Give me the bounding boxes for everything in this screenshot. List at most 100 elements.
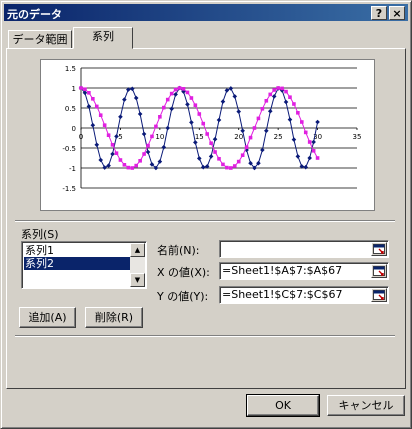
- series-2-point: [225, 165, 229, 170]
- series-2-point: [292, 102, 296, 106]
- series-2-point: [300, 120, 304, 124]
- x-tick-label: 0: [79, 133, 83, 141]
- series-1-point: [264, 128, 269, 134]
- series-2-point: [114, 151, 119, 155]
- series-1-point: [303, 164, 309, 170]
- range-select-icon: [373, 290, 385, 300]
- series-1-point: [232, 94, 238, 99]
- series-2-point: [260, 107, 265, 111]
- y-range-select-button[interactable]: [371, 288, 387, 302]
- series-2-point: [110, 143, 115, 147]
- series-1-point: [315, 119, 320, 125]
- name-label: 名前(N):: [157, 244, 200, 257]
- series-2-point: [79, 86, 83, 90]
- series-2-point: [173, 87, 178, 92]
- series-2-point: [197, 112, 202, 116]
- ok-button[interactable]: OK: [246, 394, 320, 417]
- series-2-point: [205, 132, 209, 136]
- y-values-label: Y の値(Y):: [157, 290, 209, 303]
- x-tick-label: 20: [234, 133, 243, 141]
- series-2-point: [213, 150, 217, 154]
- name-field[interactable]: [219, 240, 389, 258]
- x-range-select-button[interactable]: [371, 264, 387, 278]
- chart-preview: 1.5 1 0.5 0 -0.5 -1 -1.5 0 5 10 15 20 25 30 35: [40, 59, 375, 211]
- series-2-point: [150, 134, 154, 139]
- series-1-point: [212, 136, 218, 142]
- x-values-field[interactable]: =Sheet1!$A$7:$A$67: [219, 262, 389, 280]
- series-2-point: [83, 87, 87, 91]
- y-tick-label: -1: [69, 165, 76, 173]
- x-tick-label: 25: [274, 133, 283, 141]
- series-1-point: [196, 156, 202, 161]
- series-list-item-1[interactable]: 系列1: [24, 244, 130, 257]
- range-select-icon: [373, 266, 385, 276]
- series-1-point: [173, 92, 178, 97]
- series-2-point: [146, 143, 150, 148]
- help-button[interactable]: ?: [371, 6, 387, 20]
- series-2-point: [126, 165, 131, 170]
- series-1-point: [98, 157, 104, 163]
- close-button[interactable]: ×: [389, 6, 405, 20]
- series-2-point: [232, 164, 237, 168]
- series-1-point: [118, 114, 123, 120]
- y-tick-label: 1: [72, 85, 76, 93]
- series-2-point: [138, 159, 142, 163]
- y-tick-label: -1.5: [62, 185, 76, 193]
- series-2-point: [272, 88, 276, 92]
- series-1-point: [208, 154, 214, 159]
- series-list-item-2[interactable]: 系列2: [24, 257, 130, 270]
- series-2-point: [296, 111, 300, 115]
- y-tick-label: 1.5: [65, 65, 76, 73]
- series-1-point: [220, 99, 226, 104]
- title-bar[interactable]: 元のデータ ? ×: [4, 4, 408, 21]
- series-2-point: [268, 92, 273, 97]
- series-2-point: [229, 166, 233, 170]
- scroll-up-arrow-icon[interactable]: ▲: [130, 243, 145, 257]
- series-1-point: [189, 120, 194, 125]
- series-2-point: [315, 156, 320, 160]
- series-2-point: [217, 157, 221, 161]
- series-1-point: [185, 102, 190, 107]
- scroll-down-arrow-icon[interactable]: ▼: [130, 273, 145, 287]
- series-1-point: [287, 117, 293, 122]
- series-1-point: [102, 165, 107, 170]
- series-1-point: [216, 117, 222, 123]
- series-1-point: [236, 109, 242, 114]
- series-1-point: [307, 155, 312, 161]
- series-1-point: [145, 149, 151, 155]
- series-2-point: [177, 86, 182, 90]
- cancel-button[interactable]: キャンセル: [327, 395, 405, 416]
- series-1-point: [133, 95, 139, 101]
- x-values-label: X の値(X):: [157, 266, 210, 279]
- delete-series-button[interactable]: 削除(R): [85, 307, 143, 328]
- series-listbox[interactable]: 系列1 系列2 ▲ ▼: [21, 241, 147, 289]
- series-2-point: [118, 158, 123, 162]
- y-tick-label: -0.5: [62, 145, 76, 153]
- series-2-point: [102, 123, 107, 127]
- series-1-point: [228, 86, 234, 91]
- add-series-button[interactable]: 追加(A): [19, 307, 76, 328]
- series-1-point: [291, 137, 297, 142]
- series-2-point: [280, 86, 284, 91]
- tab-data-range[interactable]: データ範囲: [8, 30, 72, 50]
- series-1-point: [141, 131, 147, 137]
- series-2-point: [276, 86, 280, 90]
- series-2-point: [303, 130, 308, 135]
- series-2-point: [91, 97, 95, 101]
- series-2-point: [122, 163, 127, 167]
- range-select-icon: [373, 244, 385, 254]
- name-range-select-button[interactable]: [371, 242, 387, 256]
- series-2-point: [106, 133, 111, 137]
- series-2-point: [288, 95, 292, 99]
- series-2-point: [94, 104, 99, 109]
- x-tick-label: 5: [118, 133, 122, 141]
- series-1-point: [110, 151, 115, 157]
- series-2-point: [154, 124, 158, 129]
- series-2-point: [142, 152, 146, 156]
- y-values-field[interactable]: =Sheet1!$C$7:$C$67: [219, 286, 389, 304]
- tab-series[interactable]: 系列: [73, 27, 133, 49]
- scrollbar-track[interactable]: [130, 257, 145, 273]
- series-list-label: 系列(S): [21, 228, 59, 241]
- series-1-point: [94, 142, 100, 148]
- series-2-point: [311, 149, 316, 153]
